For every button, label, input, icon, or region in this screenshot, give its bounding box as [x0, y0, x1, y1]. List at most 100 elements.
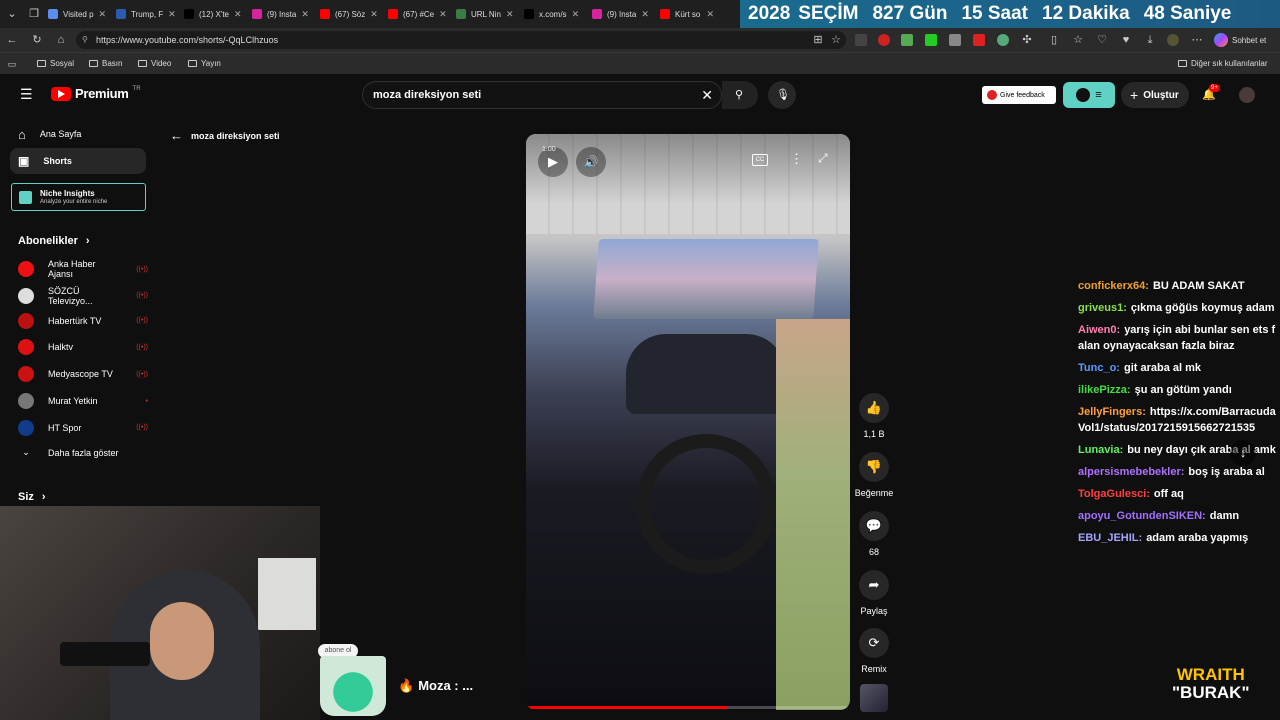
bookmark-folder[interactable]: Basın: [89, 59, 122, 68]
sidebar-toggle-icon[interactable]: ▯: [1048, 34, 1060, 46]
bookmark-folder[interactable]: Sosyal: [37, 59, 74, 68]
extension-icon[interactable]: [973, 34, 985, 46]
browser-tab[interactable]: Visited p ✕: [42, 3, 108, 25]
voice-search-button[interactable]: 🎙: [768, 81, 796, 109]
tab-close-icon[interactable]: ✕: [168, 9, 176, 20]
other-bookmarks-label: Diğer sık kullanılanlar: [1191, 59, 1268, 68]
url-input[interactable]: ⚲ https://www.youtube.com/shorts/-QqLClh…: [76, 31, 846, 49]
home-icon[interactable]: ⌂: [55, 34, 67, 46]
browser-tab[interactable]: (9) Insta ✕: [246, 3, 312, 25]
captions-icon[interactable]: CC: [752, 154, 768, 166]
subscription-item[interactable]: Anka Haber Ajansı ((•)): [18, 259, 148, 279]
give-feedback-button[interactable]: Give feedback: [982, 86, 1056, 104]
subscription-item[interactable]: Habertürk TV ((•)): [18, 312, 148, 329]
subscription-item[interactable]: HT Spor ((•)): [18, 419, 148, 436]
browser-tab[interactable]: Kürt so ✕: [654, 3, 720, 25]
browser-tab[interactable]: URL Nin ✕: [450, 3, 516, 25]
browser-tab[interactable]: (9) Insta ✕: [586, 3, 652, 25]
split-screen-icon[interactable]: ⊞: [812, 34, 824, 46]
remix-button[interactable]: ⟳ Remix: [850, 628, 898, 674]
site-info-icon[interactable]: ⚲: [82, 31, 88, 49]
favorite-star-icon[interactable]: ☆: [830, 34, 842, 46]
favorites-icon[interactable]: ☆: [1072, 34, 1084, 46]
bookmark-label: Video: [151, 59, 172, 68]
extension-icon[interactable]: [925, 34, 937, 46]
reading-list-icon[interactable]: ▭: [6, 58, 18, 70]
tab-close-icon[interactable]: ✕: [506, 9, 514, 20]
extension-panel-button[interactable]: ≡: [1063, 82, 1115, 108]
hamburger-menu-icon[interactable]: ☰: [20, 87, 33, 101]
niche-insights-card[interactable]: Niche Insights Analyze your entire niche: [11, 183, 146, 211]
sound-thumbnail[interactable]: [860, 684, 888, 712]
dislike-button[interactable]: 👎 Beğenme: [850, 452, 898, 498]
share-button[interactable]: ➦ Paylaş: [850, 570, 898, 616]
remix-icon: ⟳: [859, 628, 889, 658]
bookmark-folder[interactable]: Video: [138, 59, 171, 68]
shorts-video-player[interactable]: ▶ 1.00 🔊 CC ⋮ ⤢: [526, 134, 850, 710]
back-icon[interactable]: ←: [6, 34, 18, 46]
volume-button[interactable]: 🔊: [576, 147, 606, 177]
fullscreen-icon[interactable]: ⤢: [818, 151, 828, 166]
refresh-icon[interactable]: ↻: [31, 34, 43, 46]
more-options-icon[interactable]: ⋮: [790, 151, 803, 167]
copilot-button[interactable]: Sohbet et: [1214, 31, 1266, 49]
chat-text: boş iş araba al: [1188, 466, 1265, 478]
subscription-item[interactable]: Halktv ((•)): [18, 339, 148, 356]
sidebar-item-home[interactable]: ⌂ Ana Sayfa: [10, 121, 146, 147]
browser-essentials-icon[interactable]: ♥: [1120, 34, 1132, 46]
tab-close-icon[interactable]: ✕: [572, 9, 580, 20]
downloads-icon[interactable]: ⤓: [1144, 34, 1156, 46]
extension-icon[interactable]: [878, 34, 890, 46]
create-button[interactable]: + Oluştur: [1121, 82, 1189, 108]
extension-icon[interactable]: [901, 34, 913, 46]
tab-close-icon[interactable]: ✕: [439, 9, 447, 20]
channel-name: Murat Yetkin: [48, 396, 98, 406]
extension-icon[interactable]: [949, 34, 961, 46]
url-text: https://www.youtube.com/shorts/-QqLClhzu…: [96, 35, 279, 45]
subscription-item[interactable]: Murat Yetkin •: [18, 393, 148, 409]
other-bookmarks[interactable]: Diğer sık kullanılanlar: [1178, 59, 1267, 68]
browser-tab[interactable]: x.com/s ✕: [518, 3, 584, 25]
account-avatar[interactable]: [1239, 87, 1255, 103]
channel-name[interactable]: 🔥 Moza : ...: [398, 678, 473, 694]
search-input[interactable]: moza direksiyon seti ✕: [362, 81, 722, 109]
browser-tab[interactable]: (67) Söz ✕: [314, 3, 380, 25]
collections-icon[interactable]: ♡: [1096, 34, 1108, 46]
chat-message: ilikePizza: şu an götüm yandı: [1078, 382, 1278, 398]
workspaces-icon[interactable]: ❐: [28, 8, 40, 20]
tab-list-icon[interactable]: ⌄: [6, 8, 18, 20]
browser-tab[interactable]: (12) X'te ✕: [178, 3, 244, 25]
tab-close-icon[interactable]: ✕: [641, 9, 649, 20]
chat-username: Lunavia:: [1078, 444, 1124, 456]
more-menu-icon[interactable]: ⋯: [1191, 34, 1203, 46]
youtube-logo[interactable]: Premium TR: [51, 86, 141, 101]
subscription-item[interactable]: SÖZCÜ Televizyo... ((•)): [18, 286, 148, 306]
tab-close-icon[interactable]: ✕: [706, 9, 714, 20]
extension-icon[interactable]: [997, 34, 1009, 46]
chat-message: griveus1: çıkma göğüs koymuş adam: [1078, 300, 1278, 316]
clear-search-icon[interactable]: ✕: [701, 82, 713, 108]
search-button[interactable]: ⚲: [722, 81, 758, 109]
browser-tab[interactable]: (67) #Ce ✕: [382, 3, 448, 25]
profile-avatar[interactable]: [1167, 34, 1179, 46]
back-to-results[interactable]: ← moza direksiyon seti: [170, 128, 280, 143]
extension-icon[interactable]: [855, 34, 867, 46]
tab-close-icon[interactable]: ✕: [370, 9, 378, 20]
progress-track[interactable]: [526, 706, 850, 709]
sidebar-item-shorts[interactable]: ▣ Shorts: [10, 148, 146, 174]
subscription-item[interactable]: Medyascope TV ((•)): [18, 366, 148, 383]
scroll-down-icon[interactable]: ↓: [1230, 440, 1256, 466]
show-more-button[interactable]: ⌄ Daha fazla göster: [18, 447, 148, 458]
browser-tab[interactable]: Trump, F ✕: [110, 3, 176, 25]
comments-button[interactable]: 💬 68: [850, 511, 898, 557]
like-button[interactable]: 👍 1,1 B: [850, 393, 898, 439]
tab-close-icon[interactable]: ✕: [99, 9, 107, 20]
subscriptions-header[interactable]: Abonelikler ›: [18, 235, 90, 247]
whiteboard: [258, 558, 316, 630]
bookmark-folder[interactable]: Yayın: [188, 59, 221, 68]
channel-name: Anka Haber Ajansı: [48, 259, 96, 279]
tab-close-icon[interactable]: ✕: [301, 9, 309, 20]
tab-close-icon[interactable]: ✕: [234, 9, 242, 20]
you-section-header[interactable]: Siz ›: [18, 491, 46, 503]
extensions-puzzle-icon[interactable]: ✣: [1021, 34, 1033, 46]
